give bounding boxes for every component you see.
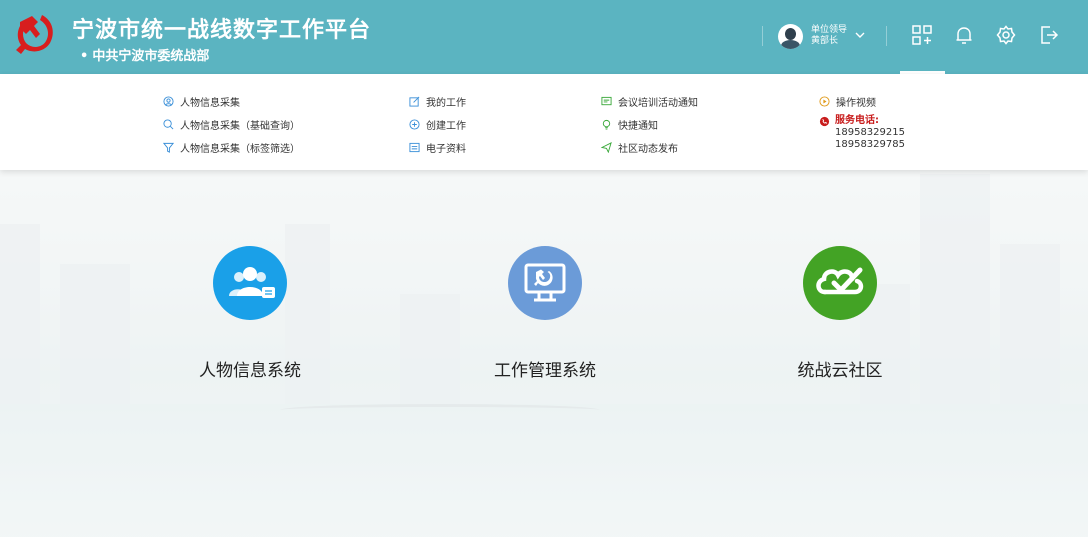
menu-item-person-collect[interactable]: 人物信息采集: [163, 90, 300, 113]
menu-item-label: 操作视频: [836, 98, 876, 109]
header-divider: [886, 26, 887, 46]
party-emblem-logo: [16, 15, 53, 54]
menu-item-label: 社区动态发布: [618, 144, 678, 155]
menu-item-label: 快捷通知: [618, 121, 658, 132]
menu-item-community-post[interactable]: 社区动态发布: [601, 136, 698, 159]
avatar: [778, 23, 803, 49]
menu-item-label: 人物信息采集: [180, 98, 240, 109]
menu-item-create-work[interactable]: 创建工作: [409, 113, 466, 136]
menu-item-label: 我的工作: [426, 98, 466, 109]
menu-item-person-tag-filter[interactable]: 人物信息采集（标签筛选）: [163, 136, 300, 159]
app-title: 宁波市统一战线数字工作平台: [72, 17, 372, 43]
menu-item-label: 电子资料: [426, 144, 466, 155]
header-divider: [762, 26, 763, 46]
bell-icon[interactable]: [953, 24, 975, 46]
user-name: 黄部长: [811, 36, 839, 46]
phone-icon: [819, 116, 830, 126]
play-circle-icon: [819, 96, 830, 107]
apps-grid-icon[interactable]: [911, 24, 933, 46]
gear-icon[interactable]: [995, 24, 1017, 46]
chevron-down-icon: [855, 31, 865, 42]
menu-item-quick-notice[interactable]: 快捷通知: [601, 113, 698, 136]
phone-number-2: 18958329785: [835, 139, 905, 150]
menu-item-meeting-notice[interactable]: 会议培训活动通知: [601, 90, 698, 113]
top-header: 宁波市统一战线数字工作平台 中共宁波市委统战部 单位领导 黄部长: [0, 0, 1088, 74]
menu-item-e-docs[interactable]: 电子资料: [409, 136, 466, 159]
quick-menu-panel: 人物信息采集 人物信息采集（基础查询） 人物信息采集（标签筛选） 我的工作 创建…: [0, 74, 1088, 170]
system-label: 工作管理系统: [494, 361, 596, 381]
user-menu[interactable]: 单位领导 黄部长: [778, 22, 865, 50]
system-card-person-info[interactable]: 人物信息系统: [155, 246, 345, 381]
service-phone: 服务电话: 18958329215 18958329785: [819, 115, 905, 151]
user-role: 单位领导: [811, 25, 848, 35]
menu-item-label: 人物信息采集（标签筛选）: [180, 144, 300, 155]
system-label: 人物信息系统: [199, 361, 301, 381]
system-label: 统战云社区: [797, 361, 883, 381]
menu-item-label: 创建工作: [426, 121, 466, 132]
lightbulb-icon: [602, 119, 611, 130]
menu-item-person-basic-query[interactable]: 人物信息采集（基础查询）: [163, 113, 300, 136]
menu-item-label: 会议培训活动通知: [618, 98, 698, 109]
plus-circle-icon: [409, 119, 420, 130]
people-group-icon: [213, 246, 287, 320]
monitor-emblem-icon: [508, 246, 582, 320]
system-card-cloud-community[interactable]: 统战云社区: [745, 246, 935, 381]
message-icon: [601, 96, 612, 106]
system-card-work-management[interactable]: 工作管理系统: [450, 246, 640, 381]
service-label: 服务电话:: [835, 115, 879, 126]
menu-item-label: 人物信息采集（基础查询）: [180, 121, 300, 132]
user-circle-icon: [163, 96, 174, 107]
menu-item-my-work[interactable]: 我的工作: [409, 90, 466, 113]
org-subtitle: 中共宁波市委统战部: [80, 45, 209, 64]
cloud-check-icon: [803, 246, 877, 320]
phone-number-1: 18958329215: [835, 127, 905, 138]
filter-icon: [163, 142, 174, 153]
send-icon: [601, 142, 612, 153]
menu-item-tutorial-video[interactable]: 操作视频: [819, 90, 905, 113]
search-icon: [163, 119, 174, 130]
logout-icon[interactable]: [1038, 24, 1060, 46]
edit-icon: [409, 96, 420, 107]
document-icon: [409, 142, 420, 153]
